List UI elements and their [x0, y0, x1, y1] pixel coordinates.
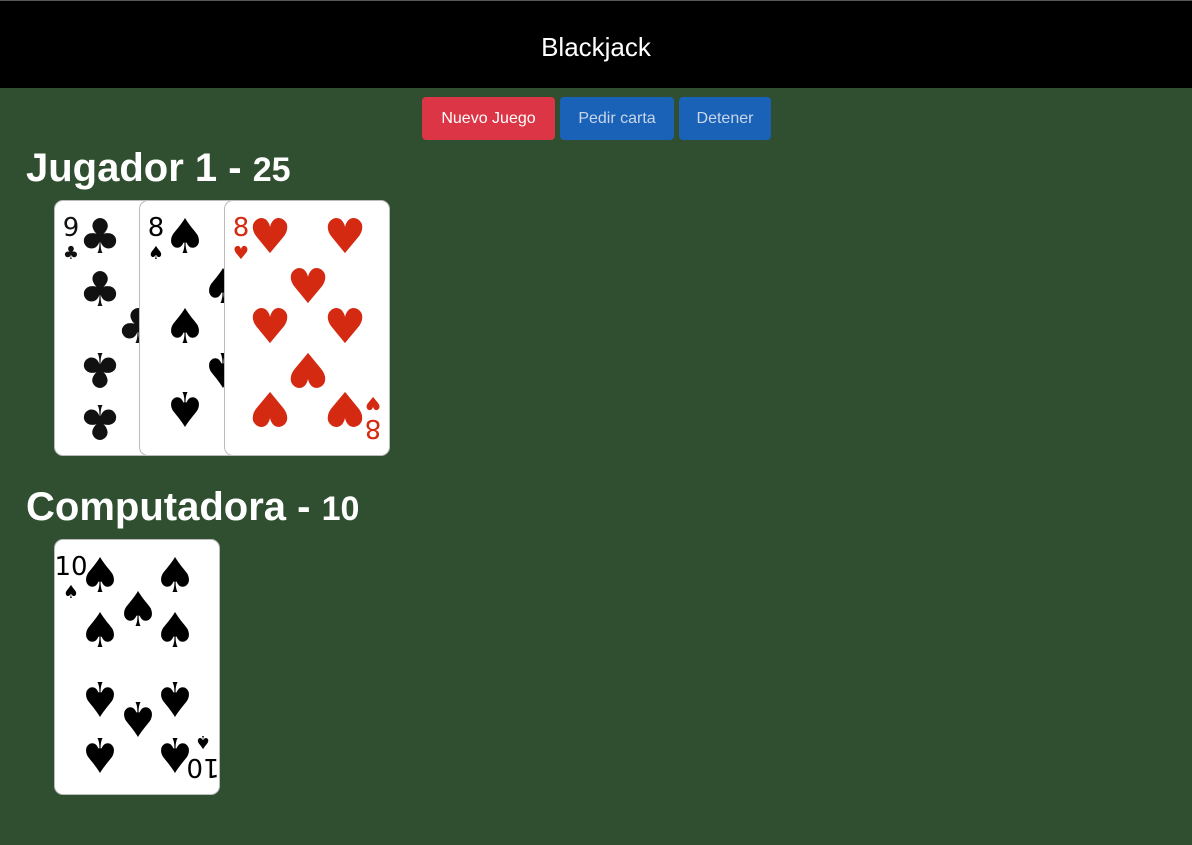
computer-separator: - — [297, 485, 311, 529]
computer-heading: Computadora - 10 — [26, 484, 359, 532]
spades-pip-icon: ♠ — [153, 726, 196, 782]
hit-button[interactable]: Pedir carta — [560, 97, 674, 140]
spades-10-card-face: 10♠10♠♠ ♠♠♠ ♠♠ ♠♠♠ ♠ — [55, 548, 219, 782]
spades-pip-icon: ♠ — [78, 670, 121, 726]
computer-name: Computadora — [26, 485, 286, 529]
card-rank-index: 8 — [233, 213, 250, 243]
hearts-pip-icon: ♥ — [323, 380, 366, 436]
hearts-pip-icon: ♥ — [248, 209, 291, 265]
computer-card-1: 10 ♠ 10 ♠ ♠ ♠ ♠ ♠ ♠ ♠ ♠ ♠ ♠ ♠ — [54, 539, 220, 795]
spades-pip-icon: ♠ — [163, 299, 206, 355]
clubs-index-icon: ♣ — [63, 243, 79, 264]
hearts-8-card-face: 8♥8♥♥ ♥♥♥ ♥♥♥ ♥ — [233, 209, 382, 443]
spades-pip-icon: ♠ — [163, 209, 206, 265]
hearts-pip-icon: ♥ — [323, 209, 366, 265]
clubs-pip-icon: ♣ — [78, 209, 121, 265]
app-header: Blackjack — [0, 0, 1192, 88]
spades-pip-icon: ♠ — [153, 548, 196, 604]
computer-score: 10 — [321, 490, 360, 528]
new-game-button[interactable]: Nuevo Juego — [422, 97, 555, 140]
hearts-pip-icon: ♥ — [286, 341, 329, 397]
spades-index-icon: ♠ — [63, 582, 79, 603]
hearts-pip-icon: ♥ — [248, 299, 291, 355]
player-score: 25 — [252, 151, 291, 189]
hearts-index-icon: ♥ — [233, 243, 249, 264]
clubs-pip-icon: ♣ — [78, 341, 121, 397]
spades-pip-icon: ♠ — [78, 548, 121, 604]
clubs-pip-icon: ♣ — [78, 262, 121, 318]
spades-pip-icon: ♠ — [78, 603, 121, 659]
spades-pip-icon: ♠ — [116, 690, 159, 746]
card-rank-index: 9 — [63, 213, 80, 243]
card-rank-index: 8 — [148, 213, 165, 243]
hearts-pip-icon: ♥ — [248, 380, 291, 436]
clubs-pip-icon: ♣ — [78, 393, 121, 449]
spades-pip-icon: ♠ — [153, 603, 196, 659]
player-separator: - — [228, 146, 242, 190]
app-title: Blackjack — [541, 32, 651, 62]
spades-pip-icon: ♠ — [163, 380, 206, 436]
spades-index-icon: ♠ — [148, 243, 164, 264]
stand-button[interactable]: Detener — [679, 97, 771, 140]
spades-pip-icon: ♠ — [78, 726, 121, 782]
player-name: Jugador 1 — [26, 146, 218, 190]
player-card-3: 8 ♥ 8 ♥ ♥ ♥ ♥ ♥ ♥ ♥ ♥ ♥ — [224, 200, 390, 456]
player-heading: Jugador 1 - 25 — [26, 145, 291, 193]
